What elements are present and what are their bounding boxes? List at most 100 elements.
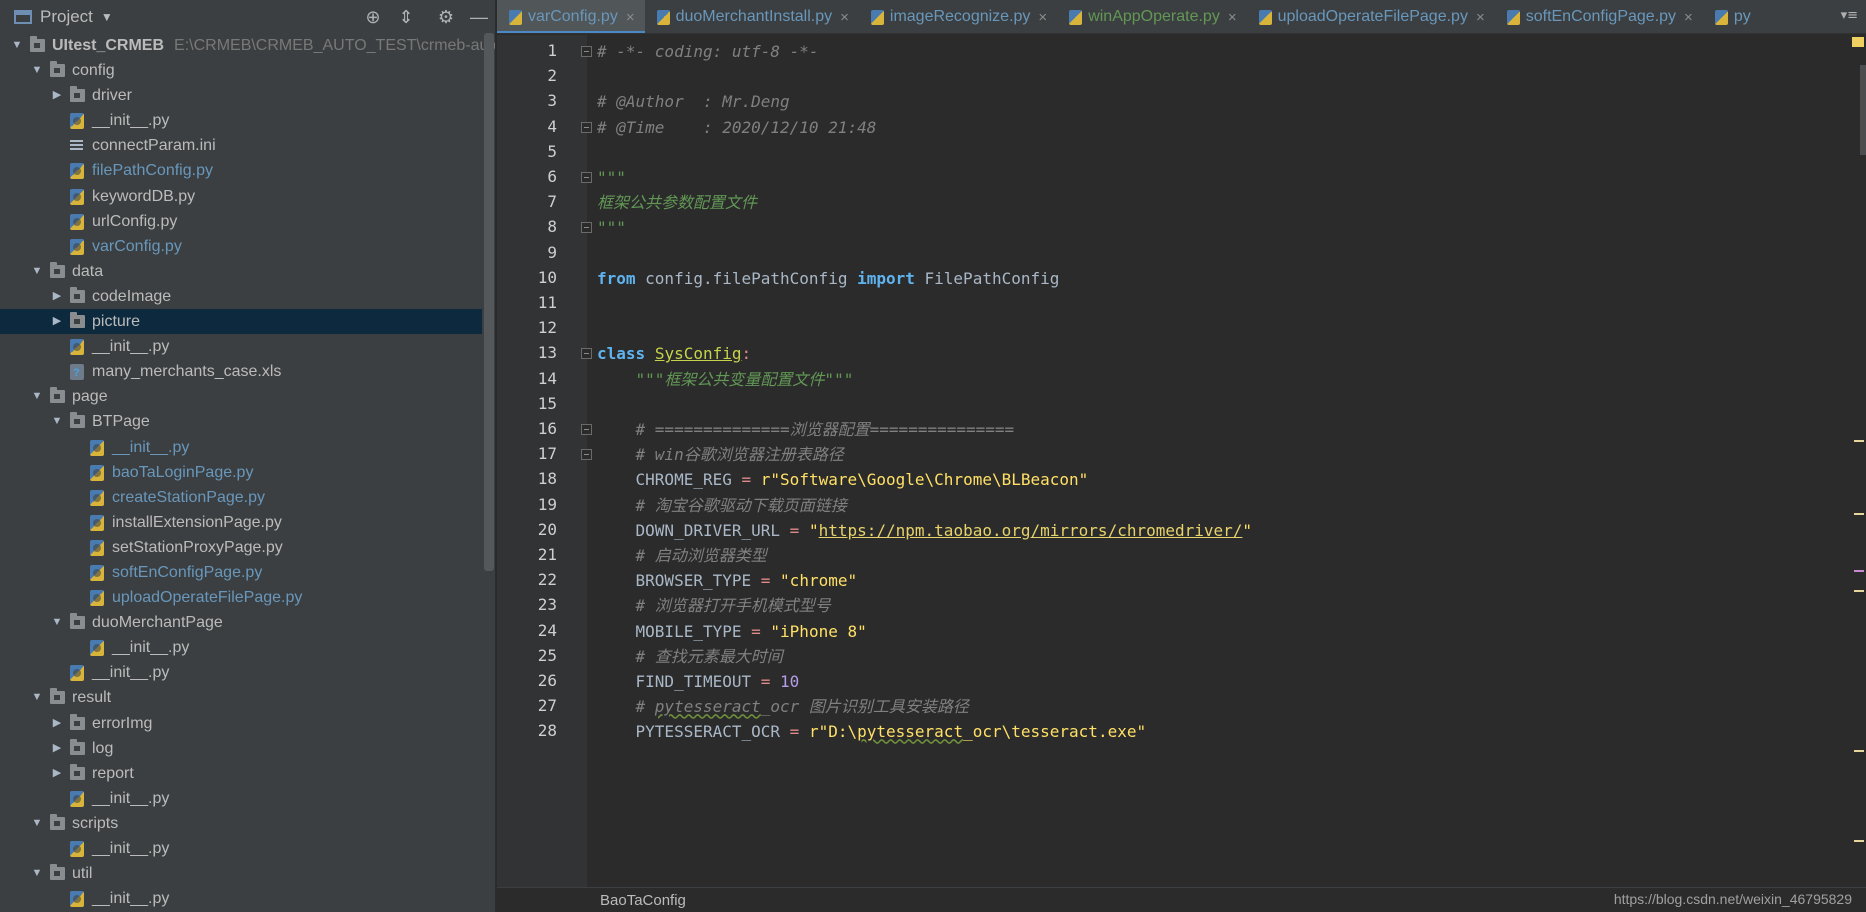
expand-arrow-icon[interactable]: ▼ [50,610,64,635]
tree-file[interactable]: __init__.py [0,836,482,861]
code-line[interactable]: # 淘宝谷歌驱动下载页面链接 [597,493,847,518]
inspection-status-icon[interactable] [1852,37,1864,47]
code-line[interactable]: # @Author : Mr.Deng [597,89,790,114]
tree-scrollbar[interactable] [484,33,494,571]
code-line[interactable]: # -*- coding: utf-8 -*- [597,39,819,64]
collapse-all-icon[interactable]: ⇕ [395,6,417,28]
tree-file[interactable]: installExtensionPage.py [0,510,482,535]
close-icon[interactable]: × [1476,9,1485,26]
tree-folder[interactable]: ▼ duoMerchantPage [0,610,482,635]
tree-file[interactable]: keywordDB.py [0,184,482,209]
code-line[interactable]: 框架公共参数配置文件 [597,190,757,215]
code-line[interactable]: """框架公共变量配置文件""" [597,367,854,392]
tree-file[interactable]: __init__.py [0,435,482,460]
tree-file[interactable]: filePathConfig.py [0,158,482,183]
fold-marker-icon[interactable] [581,449,592,461]
editor-tab[interactable]: softEnConfigPage.py × [1495,0,1703,33]
tree-folder[interactable]: ▶ driver [0,83,482,108]
tree-folder[interactable]: ▶ codeImage [0,284,482,309]
fold-marker-icon[interactable] [581,348,592,360]
code-line[interactable]: # @Time : 2020/12/10 21:48 [597,115,876,140]
editor-tab[interactable]: imageRecognize.py × [859,0,1057,33]
breadcrumb[interactable]: BaoTaConfig [600,892,686,909]
code-line[interactable]: CHROME_REG = r"Software\Google\Chrome\BL… [597,467,1089,492]
tree-file[interactable]: __init__.py [0,786,482,811]
code-line[interactable]: """ [597,215,626,240]
locate-icon[interactable]: ⊕ [362,6,384,28]
hide-panel-icon[interactable]: — [468,6,490,28]
collapse-arrow-icon[interactable]: ▶ [50,736,64,761]
tree-file[interactable]: __init__.py [0,660,482,685]
tree-file[interactable]: many_merchants_case.xls [0,359,482,386]
tree-file[interactable]: createStationPage.py [0,485,482,510]
expand-arrow-icon[interactable]: ▼ [30,58,44,83]
fold-marker-icon[interactable] [581,46,592,57]
collapse-arrow-icon[interactable]: ▶ [50,83,64,108]
tree-file[interactable]: __init__.py [0,635,482,660]
gear-icon[interactable]: ⚙ [435,6,457,28]
tree-file[interactable]: softEnConfigPage.py [0,560,482,585]
tree-file[interactable]: setStationProxyPage.py [0,535,482,560]
code-line[interactable]: # ==============浏览器配置=============== [597,417,1015,442]
code-line[interactable]: # 浏览器打开手机模式型号 [597,593,831,618]
close-icon[interactable]: × [1684,9,1693,26]
collapse-arrow-icon[interactable]: ▶ [50,309,64,334]
editor-scrollbar[interactable] [1852,35,1866,887]
tree-file[interactable]: uploadOperateFilePage.py [0,585,482,610]
close-icon[interactable]: × [1228,9,1237,26]
code-line[interactable]: DOWN_DRIVER_URL = "https://npm.taobao.or… [597,518,1253,543]
code-line[interactable]: # win谷歌浏览器注册表路径 [597,442,844,467]
expand-arrow-icon[interactable]: ▼ [50,409,64,434]
expand-arrow-icon[interactable]: ▼ [30,685,44,710]
expand-arrow-icon[interactable]: ▼ [10,33,24,58]
code-line[interactable]: # 查找元素最大时间 [597,644,783,669]
fold-marker-icon[interactable] [581,172,592,183]
code-line[interactable]: """ [597,165,626,190]
tree-file[interactable]: connectParam.ini [0,133,482,158]
tree-folder[interactable]: ▼ result [0,685,482,710]
code-line[interactable]: # pytesseract_ocr 图片识别工具安装路径 [597,694,969,719]
expand-arrow-icon[interactable]: ▼ [30,259,44,284]
tree-file[interactable]: urlConfig.py [0,209,482,234]
editor-tab[interactable]: varConfig.py × [497,0,645,33]
code-line[interactable]: PYTESSERACT_OCR = r"D:\pytesseract_ocr\t… [597,719,1147,744]
tree-folder[interactable]: ▼ page [0,384,482,409]
code-line[interactable]: class SysConfig: [597,341,751,366]
expand-arrow-icon[interactable]: ▼ [30,384,44,409]
tree-folder[interactable]: ▶ errorImg [0,711,482,736]
close-icon[interactable]: × [1038,9,1047,26]
expand-arrow-icon[interactable]: ▼ [30,861,44,886]
tree-file[interactable]: __init__.py [0,886,482,911]
collapse-arrow-icon[interactable]: ▶ [50,711,64,736]
code-line[interactable]: FIND_TIMEOUT = 10 [597,669,800,694]
collapse-arrow-icon[interactable]: ▶ [50,761,64,786]
scroll-thumb[interactable] [1860,65,1866,155]
code-line[interactable]: # 启动浏览器类型 [597,543,767,568]
tree-folder[interactable]: ▼ config [0,58,482,83]
fold-marker-icon[interactable] [581,121,592,133]
collapse-arrow-icon[interactable]: ▶ [50,284,64,309]
tree-folder[interactable]: ▼ UItest_CRMEB E:\CRMEB\CRMEB_AUTO_TEST\cr… [0,33,495,58]
editor-tab[interactable]: duoMerchantInstall.py × [645,0,859,33]
tree-folder[interactable]: ▼ util [0,861,482,886]
tree-file[interactable]: __init__.py [0,108,482,133]
tree-folder[interactable]: ▶ log [0,736,482,761]
tree-file[interactable]: varConfig.py [0,234,482,259]
tab-list-icon[interactable]: ▾≡ [1841,8,1858,23]
tree-folder[interactable]: ▼ data [0,259,482,284]
editor-tab[interactable]: winAppOperate.py × [1057,0,1246,33]
close-icon[interactable]: × [626,9,635,26]
editor-tab[interactable]: uploadOperateFilePage.py × [1247,0,1495,33]
code-editor[interactable]: # -*- coding: utf-8 -*- # @Author : Mr.De… [597,35,1837,887]
fold-marker-icon[interactable] [581,424,592,435]
close-icon[interactable]: × [840,9,849,26]
panel-title[interactable]: Project [40,7,93,27]
tree-folder[interactable]: ▼ BTPage [0,409,482,434]
tree-file[interactable]: __init__.py [0,334,482,359]
tree-folder[interactable]: ▶ picture [0,309,482,335]
tree-folder[interactable]: ▼ scripts [0,811,482,836]
editor-tab[interactable]: py [1703,0,1761,33]
tree-file[interactable]: baoTaLoginPage.py [0,460,482,485]
chevron-down-icon[interactable]: ▼ [101,10,113,24]
tree-folder[interactable]: ▶ report [0,761,482,786]
